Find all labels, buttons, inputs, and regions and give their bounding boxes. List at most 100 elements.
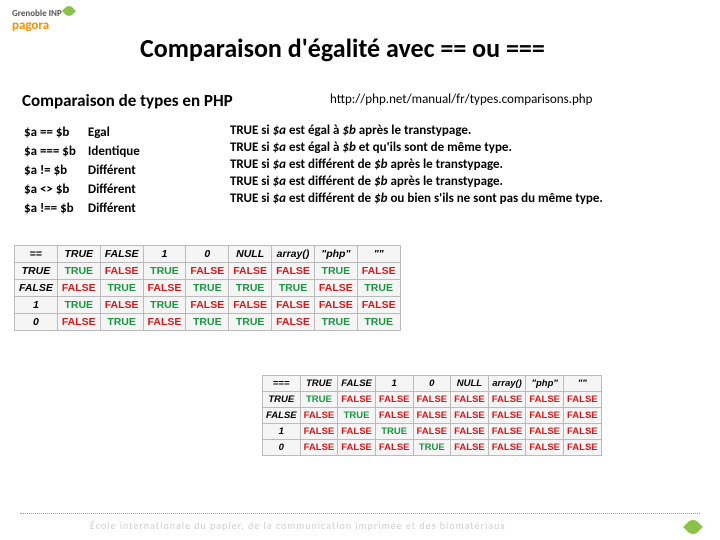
row-header: FALSE [263,408,301,424]
table-strict-equality: ===TRUEFALSE10NULLarray()"php"""TRUETRUE… [262,375,602,456]
operator-descriptions: TRUE si $a est égal à $b après le transt… [230,122,603,207]
row-header: FALSE [15,280,58,297]
col-header: "php" [314,246,357,263]
cell: TRUE [413,440,451,456]
cell: FALSE [229,263,272,280]
cell: FALSE [375,392,413,408]
cell: FALSE [564,424,602,440]
op-expr: $a != $b [24,162,86,179]
col-header: "" [357,246,400,263]
row-header: 0 [263,440,301,456]
cell: FALSE [375,408,413,424]
cell: TRUE [100,314,143,331]
col-header: "php" [526,376,564,392]
cell: FALSE [338,440,376,456]
cell: TRUE [57,263,100,280]
cell: TRUE [338,408,376,424]
cell: FALSE [564,440,602,456]
cell: FALSE [100,263,143,280]
cell: TRUE [375,424,413,440]
col-header: "" [564,376,602,392]
cell: FALSE [564,392,602,408]
op-desc: TRUE si $a est différent de $b après le … [230,173,603,190]
op-desc: TRUE si $a est égal à $b et qu'ils sont … [230,139,603,156]
col-header: FALSE [100,246,143,263]
cell: FALSE [526,408,564,424]
cell: FALSE [314,280,357,297]
cell: TRUE [57,297,100,314]
cell: FALSE [272,314,315,331]
cell: FALSE [300,424,338,440]
cell: FALSE [300,408,338,424]
table-loose-equality: ==TRUEFALSE10NULLarray()"php"""TRUETRUEF… [14,245,401,331]
col-header: array() [272,246,315,263]
op-desc: TRUE si $a est différent de $b ou bien s… [230,190,603,207]
cell: TRUE [143,297,186,314]
col-header: 1 [375,376,413,392]
cell: FALSE [488,392,526,408]
cell: TRUE [229,314,272,331]
footer-divider [20,513,700,514]
op-desc: TRUE si $a est différent de $b après le … [230,156,603,173]
cell: FALSE [314,297,357,314]
op-name: Egal [88,124,150,141]
cell: FALSE [338,424,376,440]
op-expr: $a == $b [24,124,86,141]
cell: FALSE [488,424,526,440]
cell: FALSE [100,297,143,314]
op-desc: TRUE si $a est égal à $b après le transt… [230,122,603,139]
table-corner: === [263,376,301,392]
cell: FALSE [143,314,186,331]
cell: FALSE [451,424,489,440]
cell: FALSE [564,408,602,424]
cell: TRUE [100,280,143,297]
op-name: Identique [88,143,150,160]
cell: FALSE [526,440,564,456]
section-subtitle: Comparaison de types en PHP [22,90,233,111]
cell: FALSE [488,440,526,456]
col-header: 1 [143,246,186,263]
cell: TRUE [143,263,186,280]
op-name: Différent [88,181,150,198]
cell: FALSE [272,263,315,280]
cell: FALSE [186,297,229,314]
cell: TRUE [357,280,400,297]
cell: FALSE [143,280,186,297]
cell: FALSE [300,440,338,456]
col-header: TRUE [57,246,100,263]
cell: FALSE [357,297,400,314]
cell: TRUE [186,314,229,331]
col-header: 0 [186,246,229,263]
cell: TRUE [300,392,338,408]
row-header: TRUE [263,392,301,408]
cell: FALSE [451,408,489,424]
leaf-icon [683,517,703,537]
cell: FALSE [57,314,100,331]
cell: FALSE [526,392,564,408]
col-header: NULL [229,246,272,263]
page-title: Comparaison d'égalité avec == ou === [140,32,545,64]
cell: FALSE [375,440,413,456]
cell: FALSE [229,297,272,314]
footer-text: École internationale du papier, de la co… [90,519,506,532]
cell: FALSE [338,392,376,408]
leaf-icon [62,4,76,18]
cell: TRUE [314,314,357,331]
cell: FALSE [413,408,451,424]
row-header: TRUE [15,263,58,280]
row-header: 1 [15,297,58,314]
cell: FALSE [488,408,526,424]
col-header: 0 [413,376,451,392]
cell: FALSE [357,263,400,280]
row-header: 1 [263,424,301,440]
cell: FALSE [272,297,315,314]
cell: TRUE [272,280,315,297]
op-expr: $a === $b [24,143,86,160]
col-header: array() [488,376,526,392]
col-header: NULL [451,376,489,392]
table-corner: == [15,246,58,263]
cell: FALSE [451,440,489,456]
cell: TRUE [357,314,400,331]
cell: FALSE [451,392,489,408]
reference-url: http://php.net/manual/fr/types.compariso… [330,92,592,107]
